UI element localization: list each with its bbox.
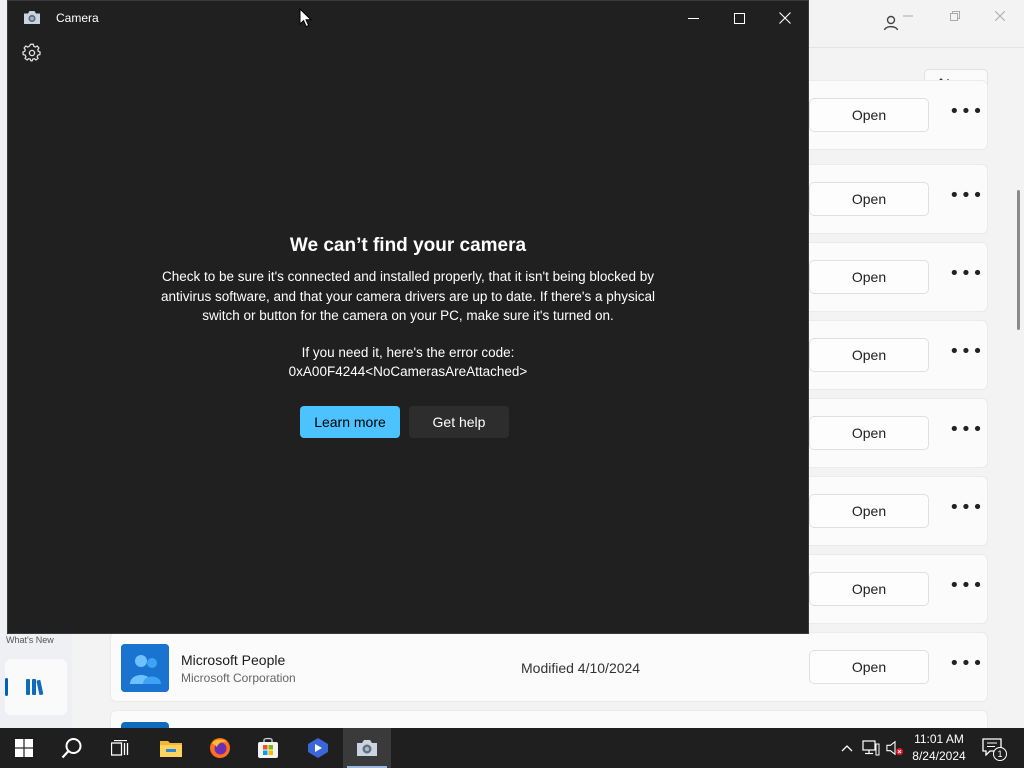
more-options-icon[interactable]: ••• bbox=[949, 649, 983, 683]
firefox-button[interactable] bbox=[196, 728, 244, 768]
app-publisher: Microsoft Corporation bbox=[181, 671, 296, 685]
clock-time: 11:01 AM bbox=[914, 732, 964, 746]
volume-button[interactable] bbox=[886, 739, 904, 757]
close-icon bbox=[779, 12, 791, 24]
people-app-icon bbox=[121, 644, 169, 692]
media-app-icon bbox=[308, 738, 328, 758]
more-options-icon[interactable]: ••• bbox=[949, 571, 983, 605]
taskbar-clock[interactable]: 11:01 AM 8/24/2024 bbox=[906, 731, 972, 765]
camera-close-button[interactable] bbox=[762, 1, 808, 35]
more-options-icon[interactable]: ••• bbox=[949, 97, 983, 131]
network-icon bbox=[862, 740, 880, 756]
camera-window-title: Camera bbox=[56, 11, 99, 25]
store-minimize-button[interactable] bbox=[892, 8, 924, 26]
error-heading: We can’t find your camera bbox=[289, 235, 527, 256]
clock-date: 8/24/2024 bbox=[912, 749, 966, 763]
minimize-icon bbox=[687, 17, 699, 19]
firefox-icon bbox=[210, 738, 230, 758]
restore-icon bbox=[950, 11, 960, 21]
open-button[interactable]: Open bbox=[809, 650, 929, 684]
open-button[interactable]: Open bbox=[809, 260, 929, 294]
media-app-button[interactable] bbox=[294, 728, 342, 768]
open-button[interactable]: Open bbox=[809, 98, 929, 132]
error-code: 0xA00F4244<NoCamerasAreAttached> bbox=[288, 363, 528, 379]
learn-more-button[interactable]: Learn more bbox=[300, 406, 400, 438]
camera-window: Camera We can’t find your camera Check t… bbox=[7, 0, 809, 634]
mouse-cursor-icon bbox=[299, 8, 313, 28]
open-button[interactable]: Open bbox=[809, 182, 929, 216]
close-icon bbox=[994, 10, 1006, 22]
file-explorer-icon bbox=[160, 741, 182, 757]
volume-muted-icon bbox=[886, 740, 904, 756]
library-icon bbox=[26, 679, 44, 696]
notification-count-badge: 1 bbox=[993, 747, 1007, 761]
maximize-icon bbox=[733, 12, 745, 24]
search-icon bbox=[61, 738, 82, 759]
settings-gear-icon[interactable] bbox=[22, 43, 42, 63]
show-hidden-icons-button[interactable] bbox=[838, 739, 856, 757]
more-options-icon[interactable]: ••• bbox=[949, 259, 983, 293]
camera-app-icon bbox=[24, 11, 40, 24]
more-options-icon[interactable]: ••• bbox=[949, 415, 983, 449]
windows-start-icon bbox=[15, 739, 33, 757]
notification-center-button[interactable]: 1 bbox=[982, 738, 1007, 761]
store-scrollbar[interactable] bbox=[1017, 190, 1020, 330]
chevron-up-icon bbox=[841, 745, 853, 752]
start-button[interactable] bbox=[0, 728, 48, 768]
app-modified-date: Modified 4/10/2024 bbox=[521, 660, 641, 676]
error-description: Check to be sure it's connected and inst… bbox=[160, 269, 656, 323]
store-close-button[interactable] bbox=[984, 8, 1016, 26]
open-button[interactable]: Open bbox=[809, 494, 929, 528]
app-list-row-microsoft-people[interactable]: Microsoft People Microsoft Corporation M… bbox=[110, 632, 988, 702]
camera-minimize-button[interactable] bbox=[670, 1, 716, 35]
camera-action-buttons: Learn more Get help bbox=[300, 406, 520, 438]
open-button[interactable]: Open bbox=[809, 572, 929, 606]
camera-title-bar[interactable]: Camera bbox=[8, 1, 808, 35]
more-options-icon[interactable]: ••• bbox=[949, 493, 983, 527]
selected-indicator bbox=[5, 678, 8, 696]
library-nav-item[interactable] bbox=[5, 659, 67, 715]
network-status-button[interactable] bbox=[862, 739, 880, 757]
error-code-label: If you need it, here's the error code: bbox=[301, 344, 515, 360]
camera-error-message: We can’t find your camera Check to be su… bbox=[8, 233, 808, 381]
task-view-icon bbox=[111, 740, 129, 756]
camera-app-icon bbox=[357, 740, 377, 756]
store-restore-button[interactable] bbox=[939, 8, 971, 26]
app-name: Microsoft People bbox=[181, 652, 286, 668]
minimize-icon bbox=[903, 15, 913, 17]
more-options-icon[interactable]: ••• bbox=[949, 337, 983, 371]
microsoft-store-button[interactable] bbox=[244, 728, 292, 768]
search-button[interactable] bbox=[48, 728, 96, 768]
open-button[interactable]: Open bbox=[809, 338, 929, 372]
microsoft-store-icon bbox=[258, 737, 278, 758]
task-view-button[interactable] bbox=[96, 728, 144, 768]
camera-taskbar-button[interactable] bbox=[343, 728, 391, 768]
file-explorer-button[interactable] bbox=[147, 728, 195, 768]
camera-maximize-button[interactable] bbox=[716, 1, 762, 35]
open-button[interactable]: Open bbox=[809, 416, 929, 450]
more-options-icon[interactable]: ••• bbox=[949, 181, 983, 215]
get-help-button[interactable]: Get help bbox=[409, 406, 509, 438]
whats-new-label: What's New bbox=[6, 635, 54, 645]
taskbar: 11:01 AM 8/24/2024 1 bbox=[0, 728, 1024, 768]
